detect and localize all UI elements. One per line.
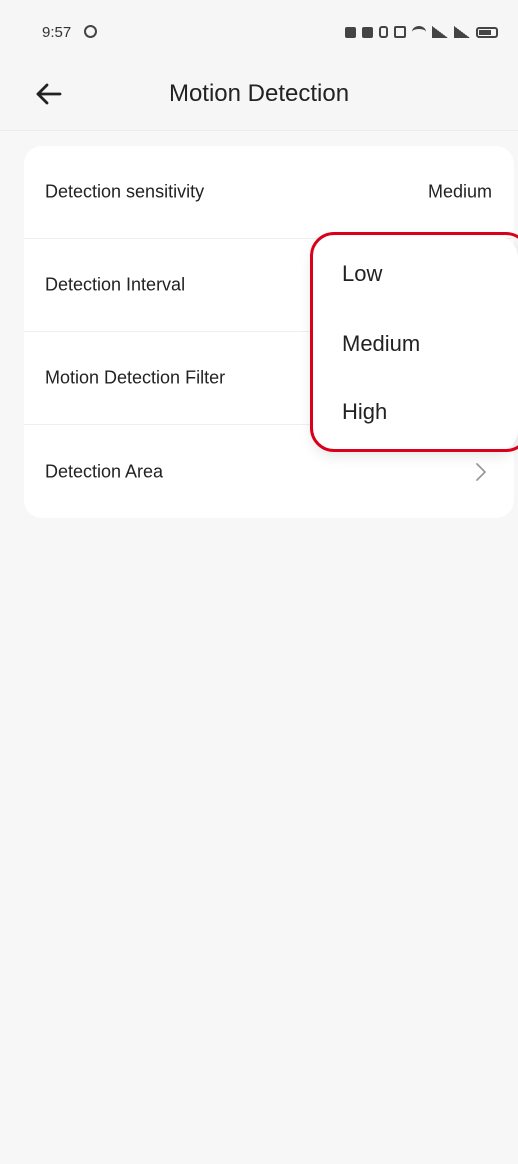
row-value: Medium	[427, 181, 492, 202]
row-label: Detection sensitivity	[45, 181, 205, 202]
chevron-right-icon	[476, 462, 486, 481]
row-label: Motion Detection Filter	[45, 367, 226, 388]
row-label: Detection Area	[45, 461, 164, 481]
row-detection-sensitivity[interactable]: Detection sensitivity Medium	[24, 146, 514, 239]
option-low[interactable]: Low	[342, 246, 512, 302]
data-saver-icon	[84, 25, 97, 38]
option-high[interactable]: High	[342, 384, 512, 440]
signal-secondary-icon	[454, 26, 470, 38]
option-medium[interactable]: Medium	[342, 316, 512, 372]
screen: 9:57 Motion Detection Detection sensitiv…	[0, 0, 518, 1164]
vibrate-icon	[394, 26, 406, 38]
status-time: 9:57	[42, 24, 72, 41]
sensitivity-dropdown: Low Medium High	[312, 236, 518, 452]
battery-icon	[476, 26, 498, 38]
bluetooth-icon	[379, 26, 388, 38]
nfc-icon	[345, 26, 356, 38]
signal-icon	[432, 26, 448, 38]
app-bar: Motion Detection	[0, 60, 518, 131]
status-bar: 9:57	[0, 0, 518, 60]
notification-icon	[362, 26, 373, 38]
row-label: Detection Interval	[45, 274, 186, 295]
wifi-icon	[412, 26, 426, 38]
page-title: Motion Detection	[168, 80, 350, 107]
status-icons	[345, 24, 498, 40]
